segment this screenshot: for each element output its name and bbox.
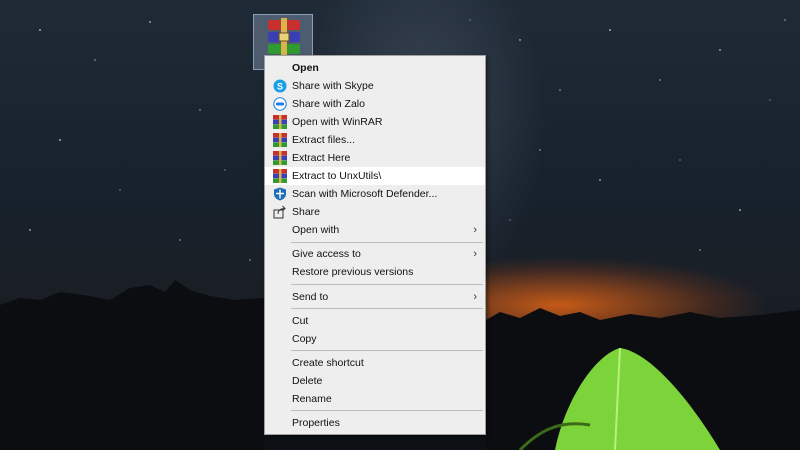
menu-item-label: Share with Zalo	[292, 98, 365, 110]
zalo-icon	[273, 97, 287, 111]
menu-item-copy[interactable]: Copy	[265, 330, 485, 348]
menu-item-label: Open with WinRAR	[292, 116, 383, 128]
winrar-icon	[273, 151, 287, 165]
menu-item-send-to[interactable]: Send to ›	[265, 288, 485, 306]
menu-item-label: Extract to UnxUtils\	[292, 170, 382, 182]
winrar-archive-icon	[268, 18, 300, 56]
menu-item-extract-to-folder[interactable]: Extract to UnxUtils\	[265, 167, 485, 185]
menu-item-label: Open with	[292, 224, 340, 236]
menu-item-open[interactable]: Open	[265, 59, 485, 77]
menu-item-share[interactable]: Share	[265, 203, 485, 221]
menu-item-delete[interactable]: Delete	[265, 372, 485, 390]
menu-item-share-with-skype[interactable]: S Share with Skype	[265, 77, 485, 95]
winrar-icon	[273, 169, 287, 183]
svg-text:S: S	[277, 82, 283, 92]
menu-item-label: Copy	[292, 333, 317, 345]
menu-separator	[291, 284, 483, 285]
menu-separator	[291, 308, 483, 309]
menu-item-scan-with-defender[interactable]: Scan with Microsoft Defender...	[265, 185, 485, 203]
menu-item-extract-files[interactable]: Extract files...	[265, 131, 485, 149]
menu-item-open-with[interactable]: Open with ›	[265, 221, 485, 239]
menu-item-label: Properties	[292, 417, 340, 429]
context-menu: Open S Share with Skype Share with Zalo …	[264, 55, 486, 435]
menu-item-label: Open	[292, 62, 319, 74]
menu-item-cut[interactable]: Cut	[265, 312, 485, 330]
defender-shield-icon	[274, 187, 286, 201]
menu-item-label: Rename	[292, 393, 332, 405]
winrar-icon	[273, 133, 287, 147]
menu-separator	[291, 350, 483, 351]
chevron-right-icon: ›	[473, 291, 477, 303]
menu-item-give-access-to[interactable]: Give access to ›	[265, 245, 485, 263]
menu-item-label: Share with Skype	[292, 80, 374, 92]
menu-item-extract-here[interactable]: Extract Here	[265, 149, 485, 167]
chevron-right-icon: ›	[473, 224, 477, 236]
menu-item-label: Extract Here	[292, 152, 351, 164]
menu-item-label: Create shortcut	[292, 357, 364, 369]
share-icon	[273, 205, 286, 219]
menu-item-open-with-winrar[interactable]: Open with WinRAR	[265, 113, 485, 131]
menu-item-rename[interactable]: Rename	[265, 390, 485, 408]
menu-item-label: Share	[292, 206, 321, 218]
menu-item-label: Cut	[292, 315, 309, 327]
menu-item-label: Scan with Microsoft Defender...	[292, 188, 438, 200]
menu-item-label: Delete	[292, 375, 323, 387]
menu-separator	[291, 410, 483, 411]
menu-item-label: Restore previous versions	[292, 266, 414, 278]
menu-item-restore-previous-versions[interactable]: Restore previous versions	[265, 263, 485, 281]
menu-separator	[291, 242, 483, 243]
menu-item-label: Send to	[292, 291, 329, 303]
menu-item-create-shortcut[interactable]: Create shortcut	[265, 354, 485, 372]
chevron-right-icon: ›	[473, 248, 477, 260]
menu-item-share-with-zalo[interactable]: Share with Zalo	[265, 95, 485, 113]
menu-item-properties[interactable]: Properties	[265, 414, 485, 432]
skype-icon: S	[273, 79, 287, 93]
winrar-icon	[273, 115, 287, 129]
menu-item-label: Give access to	[292, 248, 361, 260]
menu-item-label: Extract files...	[292, 134, 356, 146]
